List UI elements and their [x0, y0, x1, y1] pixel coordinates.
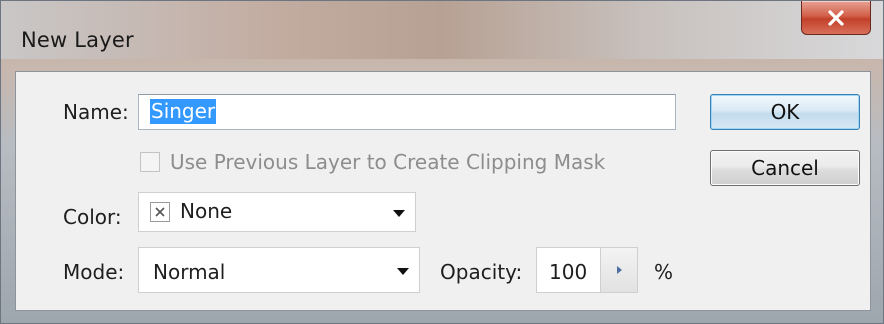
opacity-slider-button[interactable] — [600, 247, 638, 293]
dialog-title: New Layer — [21, 28, 134, 52]
opacity-label: Opacity: — [440, 260, 523, 284]
close-x-icon — [826, 9, 846, 27]
chevron-right-icon — [616, 266, 622, 274]
mode-label: Mode: — [63, 260, 125, 284]
clipping-mask-label: Use Previous Layer to Create Clipping Ma… — [170, 150, 606, 174]
dialog-body: Name: Singer Use Previous Layer to Creat… — [15, 71, 871, 311]
title-bar[interactable]: New Layer — [1, 1, 883, 59]
no-color-x-icon — [150, 202, 170, 222]
opacity-input[interactable]: 100 — [536, 247, 600, 293]
color-value: None — [180, 199, 233, 223]
chevron-down-icon — [393, 210, 405, 217]
opacity-value: 100 — [549, 260, 588, 284]
cancel-button[interactable]: Cancel — [710, 150, 860, 186]
color-label: Color: — [63, 205, 122, 229]
close-button[interactable] — [801, 1, 871, 35]
layer-name-value: Singer — [150, 99, 217, 124]
chevron-down-icon — [397, 268, 409, 275]
opacity-unit: % — [654, 260, 674, 284]
ok-button[interactable]: OK — [710, 94, 860, 130]
blend-mode-dropdown[interactable]: Normal — [138, 247, 420, 293]
color-dropdown[interactable]: None — [138, 192, 416, 232]
layer-name-input[interactable]: Singer — [138, 94, 676, 130]
name-label: Name: — [63, 100, 129, 124]
mode-value: Normal — [153, 260, 226, 284]
clipping-mask-option: Use Previous Layer to Create Clipping Ma… — [140, 148, 605, 176]
new-layer-dialog: New Layer Name: Singer Use Previous Laye… — [0, 0, 884, 324]
clipping-mask-checkbox — [140, 152, 160, 172]
